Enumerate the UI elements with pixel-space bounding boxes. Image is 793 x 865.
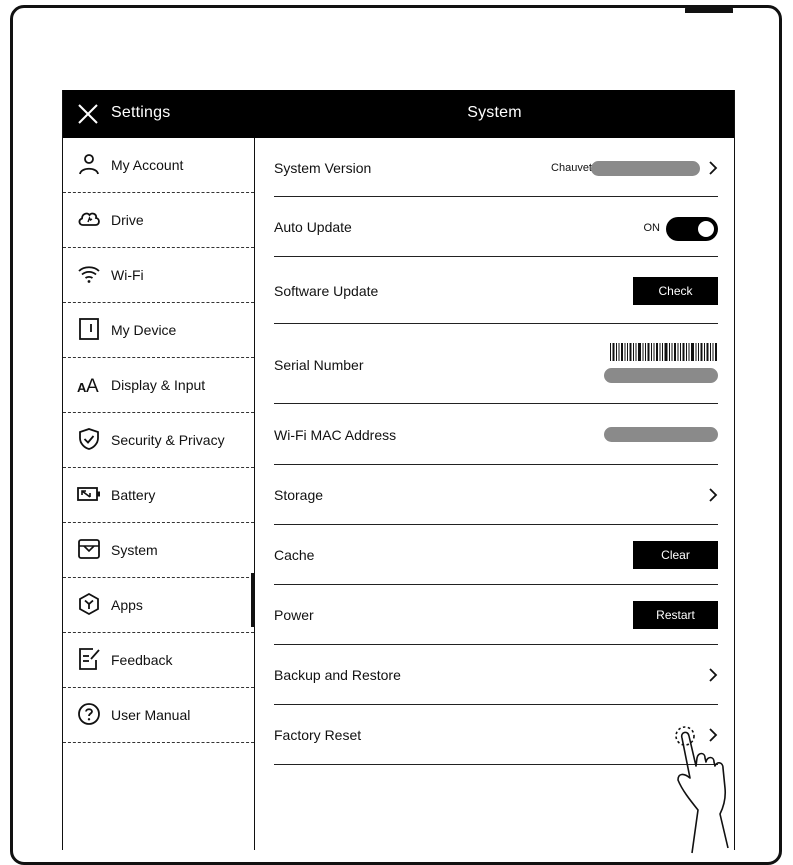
sidebar-item-label: Display & Input (111, 377, 206, 393)
settings-window: Settings System My Account Drive Wi-Fi M… (62, 90, 735, 850)
row-label: Cache (274, 547, 315, 563)
sidebar-item-display-input[interactable]: A A Display & Input (63, 358, 254, 413)
wifi-icon (78, 266, 100, 283)
redacted-serial (604, 368, 718, 383)
sidebar-item-security-privacy[interactable]: Security & Privacy (63, 413, 254, 468)
system-version-value: Chauvet (551, 162, 592, 174)
sidebar-item-label: Feedback (111, 652, 173, 668)
sidebar-item-label: Security & Privacy (111, 432, 225, 448)
font-size-icon: A A (77, 376, 99, 396)
sidebar-item-user-manual[interactable]: User Manual (63, 688, 254, 743)
redacted-mac (604, 427, 718, 442)
row-label: Storage (274, 487, 324, 503)
sidebar-item-drive[interactable]: Drive (63, 193, 254, 248)
shield-icon (79, 428, 99, 450)
tap-hand-icon (675, 726, 729, 854)
row-serial-number: Serial Number (274, 324, 718, 404)
chevron-right-icon[interactable] (708, 160, 718, 176)
user-icon (79, 154, 99, 175)
redacted-version (591, 161, 700, 176)
row-label: Backup and Restore (274, 667, 401, 683)
chevron-right-icon[interactable] (708, 487, 718, 503)
device-icon (79, 318, 99, 340)
sidebar-item-label: Wi-Fi (111, 267, 144, 283)
sidebar-item-wifi[interactable]: Wi-Fi (63, 248, 254, 303)
feedback-icon (79, 648, 100, 670)
sidebar-item-feedback[interactable]: Feedback (63, 633, 254, 688)
title-bar: Settings System (63, 90, 734, 138)
row-label: Software Update (274, 283, 379, 299)
sidebar-item-label: Apps (111, 597, 143, 613)
battery-icon (77, 487, 100, 501)
sidebar-item-my-device[interactable]: My Device (63, 303, 254, 358)
sidebar-item-label: Drive (111, 212, 144, 228)
row-cache: Cache Clear (274, 525, 718, 585)
page-title: System (467, 104, 522, 121)
chevron-right-icon[interactable] (708, 667, 718, 683)
sidebar-item-system[interactable]: System (63, 523, 254, 578)
sidebar-item-label: Battery (111, 487, 156, 503)
row-wifi-mac-address: Wi-Fi MAC Address (274, 404, 718, 465)
sidebar: My Account Drive Wi-Fi My Device A A Dis… (63, 138, 255, 850)
row-label: Auto Update (274, 219, 352, 235)
row-label: Wi-Fi MAC Address (274, 427, 397, 443)
sidebar-item-label: User Manual (111, 707, 191, 723)
row-power: Power Restart (274, 585, 718, 645)
sidebar-item-label: System (111, 542, 158, 558)
system-icon (78, 539, 100, 559)
close-icon[interactable] (73, 99, 103, 129)
row-auto-update: Auto Update ON (274, 197, 718, 257)
auto-update-toggle[interactable] (666, 217, 718, 241)
row-software-update: Software Update Check (274, 257, 718, 324)
sidebar-item-my-account[interactable]: My Account (63, 138, 254, 193)
row-label: Serial Number (274, 357, 364, 373)
row-label: Power (274, 607, 314, 623)
row-backup-restore[interactable]: Backup and Restore (274, 645, 718, 705)
toggle-knob (698, 221, 714, 237)
apps-icon (79, 592, 99, 616)
row-label: System Version (274, 160, 372, 176)
row-storage[interactable]: Storage (274, 465, 718, 525)
sidebar-item-label: My Account (111, 157, 184, 173)
svg-text:A: A (86, 376, 99, 396)
sidebar-item-apps[interactable]: Apps (63, 578, 254, 633)
help-icon (78, 703, 100, 725)
clear-button[interactable]: Clear (633, 541, 718, 569)
row-label: Factory Reset (274, 727, 362, 743)
restart-button[interactable]: Restart (633, 601, 718, 629)
check-button[interactable]: Check (633, 277, 718, 305)
row-factory-reset[interactable]: Factory Reset (274, 705, 718, 765)
cloud-icon (78, 212, 100, 226)
barcode-icon (610, 343, 717, 361)
row-system-version[interactable]: System Version Chauvet (274, 138, 718, 197)
sidebar-item-label: My Device (111, 322, 177, 338)
device-power-button (685, 5, 733, 13)
sidebar-item-battery[interactable]: Battery (63, 468, 254, 523)
settings-title: Settings (111, 104, 171, 121)
system-settings-list: System Version Chauvet Auto Update ON So… (255, 138, 734, 850)
toggle-state-label: ON (643, 222, 661, 234)
